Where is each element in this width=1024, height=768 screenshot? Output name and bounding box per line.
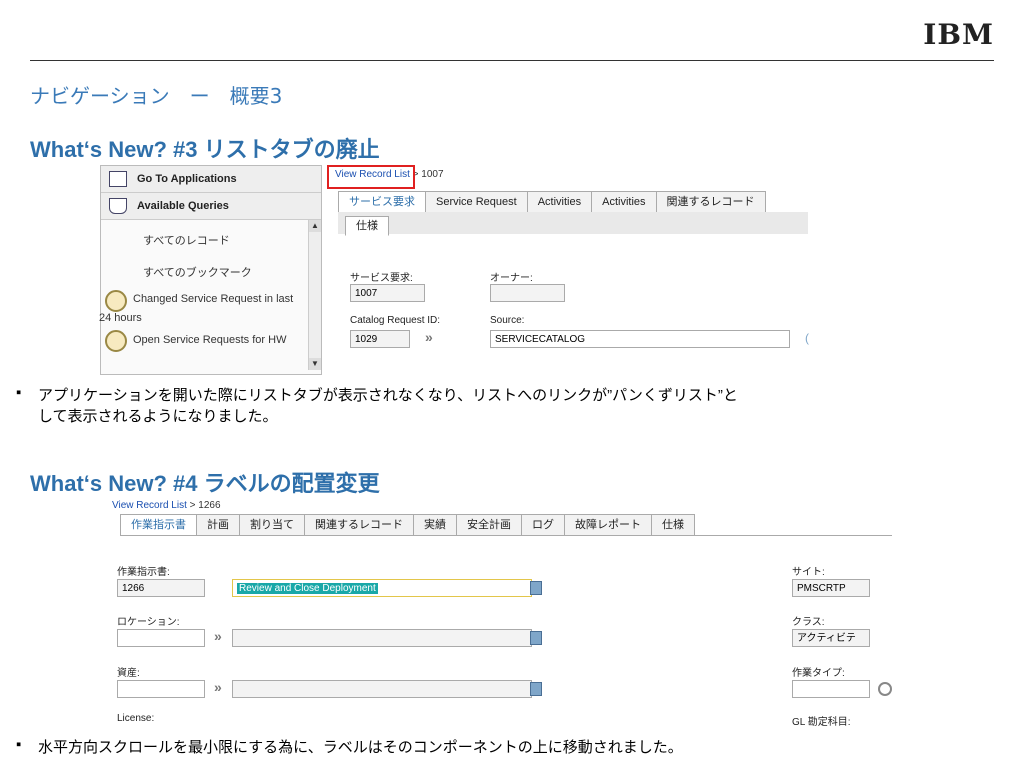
database-icon: [109, 198, 127, 214]
query-open-sr-hw[interactable]: Open Service Requests for HW: [105, 330, 286, 352]
source-label: Source:: [490, 315, 525, 326]
bullet-marker-2: ▪: [16, 736, 22, 753]
asset-field[interactable]: [117, 680, 205, 698]
scroll-up-icon[interactable]: ▲: [309, 220, 321, 232]
lookup-icon[interactable]: (: [805, 331, 809, 345]
go-to-applications-header[interactable]: Go To Applications: [101, 166, 321, 193]
tab-related-records-2[interactable]: 関連するレコード: [304, 514, 414, 536]
owner-label: オーナー:: [490, 273, 533, 284]
section1-title: What‘s New? #3 リストタブの廃止: [30, 137, 380, 162]
subtab-bar: [338, 212, 808, 234]
asset-label: 資産:: [117, 668, 140, 679]
header-divider: [30, 60, 994, 61]
section2-title: What‘s New? #4 ラベルの配置変更: [30, 471, 380, 496]
location-desc-icon[interactable]: [530, 631, 542, 645]
saved-query-icon: [105, 330, 127, 352]
query-changed-sr-line2: 24 hours: [99, 312, 142, 324]
tab-service-request[interactable]: Service Request: [425, 191, 528, 213]
record-panel-1: View Record List > 1007 サービス要求 Service R…: [325, 165, 815, 375]
location-desc-field: [232, 629, 532, 647]
query-changed-sr[interactable]: Changed Service Request in last: [105, 290, 293, 312]
tab-safety-plan[interactable]: 安全計画: [456, 514, 522, 536]
section2-bullet: ▪ 水平方向スクロールを最小限にする為に、ラベルはそのコンポーネントの上に移動さ…: [16, 736, 683, 756]
saved-query-icon: [105, 290, 127, 312]
long-description-icon[interactable]: [530, 581, 542, 595]
tab-related-records[interactable]: 関連するレコード: [655, 191, 766, 213]
record-panel-2: View Record List > 1266 作業指示書 計画 割り当て 関連…: [112, 499, 892, 739]
tab-spec-2[interactable]: 仕様: [651, 514, 695, 536]
asset-desc-field: [232, 680, 532, 698]
tab-work-order[interactable]: 作業指示書: [120, 514, 197, 536]
location-label: ロケーション:: [117, 617, 180, 628]
site-label: サイト:: [792, 567, 825, 578]
view-record-list-link-2[interactable]: View Record List: [112, 500, 187, 511]
tab-failure-report[interactable]: 故障レポート: [564, 514, 652, 536]
query-all-records[interactable]: すべてのレコード: [143, 232, 230, 248]
tab-log[interactable]: ログ: [521, 514, 565, 536]
license-label: License:: [117, 713, 155, 724]
subtab-row: 仕様: [345, 216, 389, 236]
location-field[interactable]: [117, 629, 205, 647]
scroll-down-icon[interactable]: ▼: [309, 358, 321, 370]
tab-plan[interactable]: 計画: [196, 514, 240, 536]
location-chevron-icon[interactable]: »: [214, 628, 222, 644]
asset-chevron-icon[interactable]: »: [214, 679, 222, 695]
bullet-marker: ▪: [16, 384, 22, 401]
subtab-spec[interactable]: 仕様: [345, 216, 389, 236]
owner-field[interactable]: [490, 284, 565, 302]
tab-assignments[interactable]: 割り当て: [239, 514, 305, 536]
breadcrumb-highlight-box: [327, 165, 415, 189]
source-field[interactable]: SERVICECATALOG: [490, 330, 790, 348]
tab-underline: [120, 535, 892, 536]
worktype-label: 作業タイプ:: [792, 668, 845, 679]
tab-activities[interactable]: Activities: [526, 191, 593, 213]
sr-label: サービス要求:: [350, 273, 413, 284]
left-nav-panel: Go To Applications Available Queries すべて…: [99, 165, 322, 375]
description-field[interactable]: Review and Close Deployment: [232, 579, 532, 597]
tab-activities-2[interactable]: Activities: [591, 191, 657, 213]
gl-account-label: GL 勘定科目:: [792, 717, 851, 728]
asset-desc-icon[interactable]: [530, 682, 542, 696]
site-field[interactable]: PMSCRTP: [792, 579, 870, 597]
section1-bullet: ▪ アプリケーションを開いた際にリストタブが表示されなくなり、リストへのリンクが…: [16, 384, 738, 425]
query-all-bookmarks[interactable]: すべてのブックマーク: [143, 264, 252, 280]
query-list-scrollbar[interactable]: ▲ ▼: [308, 220, 321, 370]
tab-actuals[interactable]: 実績: [413, 514, 457, 536]
worktype-field[interactable]: [792, 680, 870, 698]
wo-label: 作業指示書:: [117, 567, 170, 578]
tab-bar-2: 作業指示書 計画 割り当て 関連するレコード 実績 安全計画 ログ 故障レポート…: [120, 514, 695, 536]
search-icon[interactable]: [878, 682, 892, 696]
tab-bar: サービス要求 Service Request Activities Activi…: [338, 191, 766, 213]
ibm-logo: IBM: [923, 18, 994, 51]
catalog-label: Catalog Request ID:: [350, 315, 441, 326]
chevron-detail-icon[interactable]: »: [425, 329, 433, 345]
tab-service-request-ja[interactable]: サービス要求: [338, 191, 426, 213]
slide-title: ナビゲーション ー 概要3: [30, 84, 283, 108]
window-icon: [109, 171, 127, 187]
sr-field[interactable]: 1007: [350, 284, 425, 302]
available-queries-header[interactable]: Available Queries: [101, 193, 321, 220]
wo-field[interactable]: 1266: [117, 579, 205, 597]
breadcrumb-2: View Record List > 1266: [112, 500, 221, 511]
class-field[interactable]: アクティビテ: [792, 629, 870, 647]
class-label: クラス:: [792, 617, 825, 628]
catalog-field[interactable]: 1029: [350, 330, 410, 348]
